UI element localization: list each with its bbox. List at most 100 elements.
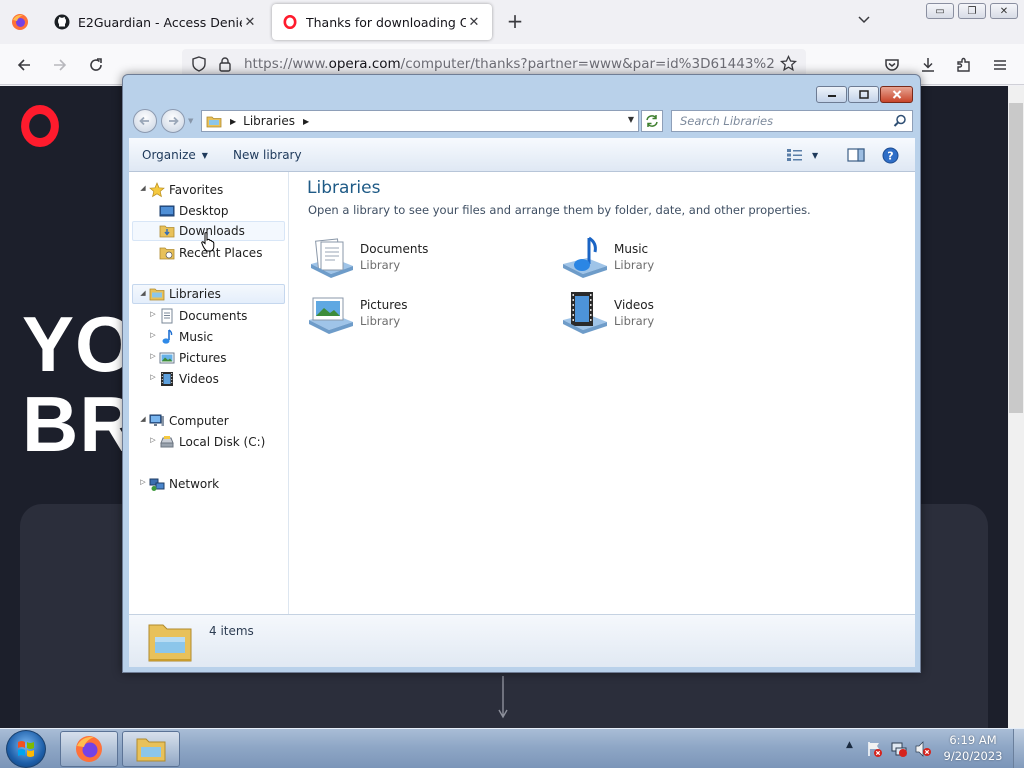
windows-taskbar: ▲ 6:19 AM 9/20/2023 (0, 728, 1024, 768)
search-icon[interactable] (893, 114, 907, 128)
nav-favorites[interactable]: Favorites (149, 180, 223, 200)
help-button[interactable]: ? (882, 147, 899, 164)
nav-label: Desktop (179, 204, 229, 218)
explorer-close-button[interactable] (880, 86, 913, 103)
chevron-down-icon[interactable] (854, 12, 874, 32)
explorer-refresh-button[interactable] (641, 110, 663, 132)
nav-pictures[interactable]: Pictures (159, 348, 227, 368)
page-scrollbar[interactable] (1008, 86, 1024, 728)
nav-videos[interactable]: Videos (159, 369, 219, 389)
expand-arrow-icon[interactable]: ▷ (149, 373, 157, 381)
nav-libraries[interactable]: Libraries (132, 284, 285, 304)
clock-date: 9/20/2023 (943, 749, 1003, 763)
taskbar-firefox-button[interactable] (60, 731, 118, 767)
nav-computer[interactable]: Computer (149, 411, 229, 431)
taskbar-clock[interactable]: 6:19 AM 9/20/2023 (936, 732, 1010, 764)
library-documents[interactable]: Documents Library (307, 234, 507, 286)
tracking-shield-icon[interactable] (191, 56, 207, 75)
scrollbar-thumb[interactable] (1009, 103, 1023, 413)
videos-filmstrip-icon (159, 371, 175, 387)
expand-arrow-icon[interactable]: ▷ (149, 352, 157, 360)
expand-arrow-icon[interactable]: ▷ (139, 478, 147, 486)
bookmark-star-icon[interactable] (779, 54, 798, 75)
forward-arrow-icon[interactable] (49, 54, 71, 76)
reload-icon[interactable] (85, 54, 107, 76)
tab-opera-thanks[interactable]: Thanks for downloading Opera ✕ (272, 4, 492, 40)
new-tab-button[interactable]: + (504, 11, 526, 33)
hamburger-menu-icon[interactable] (989, 54, 1011, 76)
downloads-folder-icon (159, 223, 175, 239)
download-icon[interactable] (917, 54, 939, 76)
show-hidden-icons-arrow-icon[interactable]: ▲ (846, 740, 853, 750)
address-history-dropdown-icon[interactable]: ▼ (628, 115, 634, 124)
network-status-icon[interactable] (890, 740, 908, 758)
explorer-back-button[interactable] (133, 109, 157, 133)
taskbar-explorer-button[interactable] (122, 731, 180, 767)
explorer-address-bar[interactable]: ▶ Libraries ▶ ▼ (201, 110, 639, 132)
recent-pages-dropdown-icon[interactable]: ▼ (188, 117, 193, 125)
close-tab-icon[interactable]: ✕ (466, 15, 482, 30)
collapse-arrow-icon[interactable]: ◢ (139, 415, 147, 423)
explorer-forward-button[interactable] (161, 109, 185, 133)
library-type: Library (614, 258, 655, 272)
libraries-folder-icon (148, 624, 192, 662)
expand-arrow-icon[interactable]: ▷ (149, 310, 157, 318)
restore-window-button[interactable]: ❐ (958, 3, 986, 19)
change-view-button[interactable]: ▼ (786, 148, 818, 162)
collapse-arrow-icon[interactable]: ◢ (139, 184, 147, 192)
windows-logo-icon (18, 741, 34, 757)
show-desktop-button[interactable] (1013, 729, 1024, 768)
breadcrumb-arrow-icon[interactable]: ▶ (303, 117, 309, 126)
expand-arrow-icon[interactable]: ▷ (149, 436, 157, 444)
volume-muted-icon[interactable] (914, 740, 932, 758)
clock-time: 6:19 AM (949, 733, 997, 747)
nav-music[interactable]: Music (159, 327, 213, 347)
chevron-down-icon: ▼ (812, 150, 819, 160)
expand-arrow-icon[interactable]: ▷ (149, 331, 157, 339)
nav-desktop[interactable]: Desktop (159, 201, 229, 221)
nav-network[interactable]: Network (149, 474, 219, 494)
library-name: Pictures (360, 298, 408, 312)
nav-label: Libraries (169, 287, 221, 301)
explorer-address-row: ▼ ▶ Libraries ▶ ▼ Search Libraries (129, 108, 915, 134)
new-library-button[interactable]: New library (233, 148, 302, 162)
pictures-icon (159, 350, 175, 366)
minimize-icon: ▭ (935, 5, 945, 17)
pocket-icon[interactable] (881, 54, 903, 76)
close-window-button[interactable]: ✕ (990, 3, 1018, 19)
library-pictures[interactable]: Pictures Library (307, 290, 507, 342)
close-tab-icon[interactable]: ✕ (242, 15, 258, 30)
breadcrumb-arrow-icon[interactable]: ▶ (230, 117, 236, 126)
start-button[interactable] (6, 730, 46, 768)
nav-documents[interactable]: Documents (159, 306, 247, 326)
url-prefix: https://www. (244, 56, 329, 72)
back-arrow-icon[interactable] (13, 54, 35, 76)
view-options-icon (787, 149, 802, 161)
library-music[interactable]: Music Library (561, 234, 761, 286)
opera-icon (282, 14, 298, 30)
nav-label: Documents (179, 309, 248, 323)
opera-logo[interactable] (21, 105, 59, 147)
nav-local-disk[interactable]: Local Disk (C:) (159, 432, 265, 452)
tab-e2guardian[interactable]: E2Guardian - Access Denied ✕ (44, 4, 268, 40)
explorer-maximize-button[interactable] (848, 86, 879, 103)
url-text[interactable]: https://www.opera.com/computer/thanks?pa… (244, 56, 774, 72)
explorer-search-box[interactable]: Search Libraries (671, 110, 913, 132)
explorer-content: ◢ Favorites Desktop Downloads Recent Pla… (129, 172, 915, 614)
collapse-arrow-icon[interactable]: ◢ (139, 289, 147, 297)
breadcrumb[interactable]: Libraries (243, 114, 295, 128)
firefox-menu-icon[interactable] (8, 10, 32, 34)
explorer-icon (136, 738, 166, 762)
library-type: Library (360, 314, 401, 328)
lock-icon[interactable] (218, 56, 232, 75)
library-videos[interactable]: Videos Library (561, 290, 761, 342)
library-name: Documents (360, 242, 429, 256)
extensions-puzzle-icon[interactable] (953, 54, 975, 76)
minimize-icon (827, 94, 836, 97)
explorer-minimize-button[interactable] (816, 86, 847, 103)
organize-button[interactable]: Organize ▼ (142, 148, 208, 162)
action-center-flag-icon[interactable] (866, 740, 884, 758)
minimize-window-button[interactable]: ▭ (926, 3, 954, 19)
preview-pane-button[interactable] (847, 148, 865, 162)
music-note-icon (159, 329, 175, 345)
